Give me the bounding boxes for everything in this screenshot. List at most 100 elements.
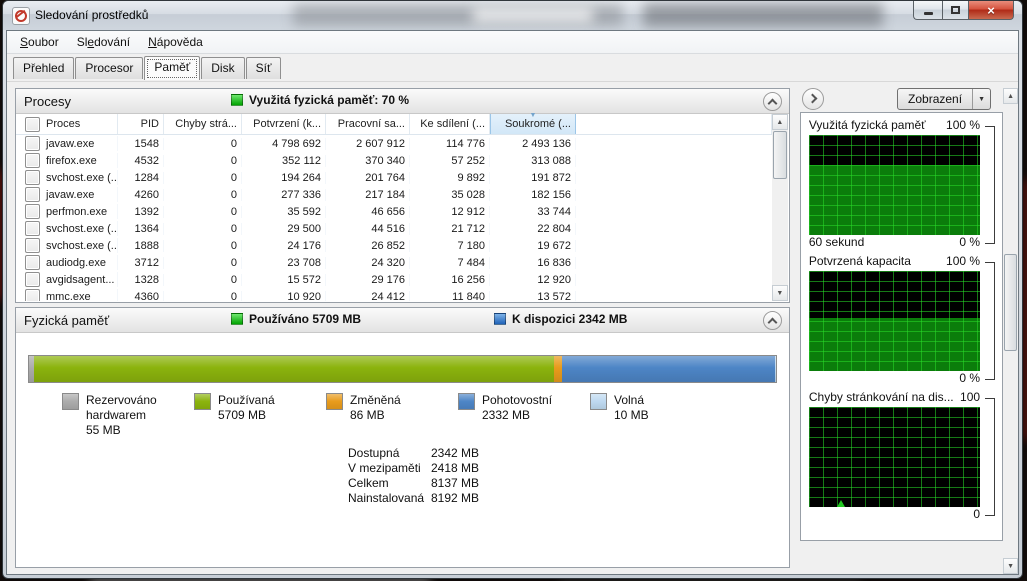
column-header-2[interactable]: PID [118, 114, 164, 134]
process-value-cell: 114 776 [410, 137, 490, 150]
titlebar-glass-blur [473, 7, 593, 23]
legend-label: Změněná [350, 393, 401, 407]
menu-item-sledování[interactable]: Sledování [68, 33, 139, 51]
collapse-chart-pane-button[interactable] [801, 88, 824, 110]
scrollbar-thumb[interactable] [1004, 254, 1017, 351]
table-row[interactable]: svchost.exe (... 1888 0 24 176 26 852 7 180 19… [16, 237, 772, 254]
table-row[interactable]: svchost.exe (... 1364 0 29 500 44 516 21 712 2… [16, 220, 772, 237]
column-header-4[interactable]: Potvrzení (k... [242, 114, 326, 134]
column-header-label: Ke sdílení (... [420, 118, 485, 130]
scrollbar-track[interactable] [772, 180, 788, 285]
tab-disk[interactable]: Disk [201, 57, 245, 79]
close-button[interactable]: × [969, 1, 1014, 20]
process-value-cell: 12 920 [490, 273, 576, 286]
process-name-cell: javaw.exe [16, 187, 118, 202]
collapse-processes-button[interactable] [762, 92, 782, 111]
scroll-up-button[interactable]: ▲ [1003, 88, 1018, 104]
table-row[interactable]: perfmon.exe 1392 0 35 592 46 656 12 912 33 744 [16, 203, 772, 220]
menu-item-nápověda[interactable]: Nápověda [139, 33, 212, 51]
scroll-up-button[interactable]: ▲ [771, 114, 788, 130]
app-icon [12, 7, 30, 25]
chart-title-row: Chyby stránkování na dis... 100 [809, 390, 980, 407]
processes-panel-header[interactable]: Procesy Využitá fyzická paměť: 70 % [16, 89, 789, 114]
row-checkbox[interactable] [25, 153, 40, 168]
column-header-6[interactable]: Ke sdílení (... [410, 114, 490, 134]
table-row[interactable]: firefox.exe 4532 0 352 112 370 340 57 252 313 … [16, 152, 772, 169]
legend-value: 55 MB [86, 423, 121, 437]
chart-min-label: 0 [973, 507, 981, 521]
row-checkbox[interactable] [25, 255, 40, 270]
legend-value: 86 MB [350, 408, 385, 422]
chart-scale-bracket [985, 126, 996, 244]
memory-detail-row: Celkem 8137 MB [348, 476, 789, 491]
table-row[interactable]: svchost.exe (... 1284 0 194 264 201 764 9 892… [16, 169, 772, 186]
available-swatch-icon [494, 313, 506, 325]
process-value-cell: 10 920 [242, 290, 326, 301]
process-name: audiodg.exe [46, 256, 106, 269]
row-checkbox[interactable] [25, 289, 40, 301]
left-column: Procesy Využitá fyzická paměť: 70 % Proc… [15, 88, 790, 574]
scroll-down-button[interactable]: ▼ [1003, 558, 1018, 574]
title-bar[interactable]: Sledování prostředků × [3, 1, 1022, 30]
tab-paměť[interactable]: Paměť [144, 56, 201, 80]
tab-síť[interactable]: Síť [245, 57, 282, 79]
row-checkbox[interactable] [25, 221, 40, 236]
column-header-3[interactable]: Chyby strá... [164, 114, 242, 134]
tab-přehled[interactable]: Přehled [13, 57, 75, 79]
menu-item-soubor[interactable]: Soubor [11, 33, 68, 51]
chevron-up-icon [767, 98, 778, 109]
memory-detail-value: 8137 MB [431, 476, 480, 490]
page-scrollbar[interactable]: ▲ ▼ [1003, 88, 1018, 574]
table-row[interactable]: mmc.exe 4360 0 10 920 24 412 11 840 13 572 [16, 288, 772, 301]
column-header-7[interactable]: Soukromé (... ▼ [490, 112, 576, 134]
chart-spike [836, 500, 845, 507]
chart-plot-area [808, 135, 981, 235]
scrollbar-thumb[interactable] [772, 131, 787, 179]
process-value-cell: 352 112 [242, 154, 326, 167]
chart-bottom-left-label: 60 sekund [808, 235, 865, 249]
menu-bar: Soubor Sledování Nápověda [7, 31, 1018, 54]
memory-used-label: Používáno 5709 MB [249, 312, 362, 326]
row-checkbox[interactable] [25, 238, 40, 253]
table-row[interactable]: javaw.exe 4260 0 277 336 217 184 35 028 182 15… [16, 186, 772, 203]
table-row[interactable]: avgidsagent... 1328 0 15 572 29 176 16 256 12 … [16, 271, 772, 288]
row-checkbox[interactable] [25, 272, 40, 287]
table-row[interactable]: javaw.exe 1548 0 4 798 692 2 607 912 114 776 2… [16, 135, 772, 152]
column-header-1[interactable]: Proces [16, 114, 118, 134]
process-value-cell: 16 836 [490, 256, 576, 269]
process-value-cell: 4260 [118, 188, 164, 201]
process-value-cell: 0 [164, 154, 242, 167]
views-dropdown-button[interactable]: Zobrazení ▼ [897, 88, 992, 110]
scrollbar-track[interactable] [1003, 352, 1018, 558]
process-value-cell: 182 156 [490, 188, 576, 201]
tab-procesor[interactable]: Procesor [75, 57, 144, 79]
memory-detail-row: Nainstalovaná 8192 MB [348, 491, 789, 506]
collapse-memory-button[interactable] [762, 311, 782, 330]
process-value-cell: 9 892 [410, 171, 490, 184]
chart-title: Využitá fyzická paměť [808, 118, 926, 132]
row-checkbox[interactable] [25, 187, 40, 202]
legend-swatch-icon [590, 393, 607, 410]
maximize-button[interactable] [942, 1, 969, 20]
chart-title: Potvrzená kapacita [808, 254, 911, 268]
scroll-down-button[interactable]: ▼ [771, 285, 788, 301]
process-value-cell: 0 [164, 273, 242, 286]
memory-details: Dostupná 2342 MB V mezipaměti 2418 MB Celkem… [348, 446, 789, 506]
minimize-button[interactable] [913, 1, 942, 20]
legend-item: Volná 10 MB [590, 393, 722, 438]
column-header-5[interactable]: Pracovní sa... [326, 114, 410, 134]
process-value-cell: 21 712 [410, 222, 490, 235]
table-row[interactable]: audiodg.exe 3712 0 23 708 24 320 7 484 16 836 [16, 254, 772, 271]
processes-panel: Procesy Využitá fyzická paměť: 70 % Proc… [15, 88, 790, 303]
process-value-cell: 1888 [118, 239, 164, 252]
process-value-cell: 23 708 [242, 256, 326, 269]
process-value-cell: 24 320 [326, 256, 410, 269]
memory-detail-row: Dostupná 2342 MB [348, 446, 789, 461]
row-checkbox[interactable] [25, 136, 40, 151]
select-all-checkbox[interactable] [25, 116, 40, 132]
physical-memory-panel-header[interactable]: Fyzická paměť Používáno 5709 MB K dispoz… [16, 308, 789, 333]
process-table-header: Proces PID Chyby strá... Potvrzení (k... Pra… [16, 112, 772, 135]
row-checkbox[interactable] [25, 170, 40, 185]
row-checkbox[interactable] [25, 204, 40, 219]
process-table-scrollbar[interactable]: ▲ ▼ [771, 114, 788, 301]
